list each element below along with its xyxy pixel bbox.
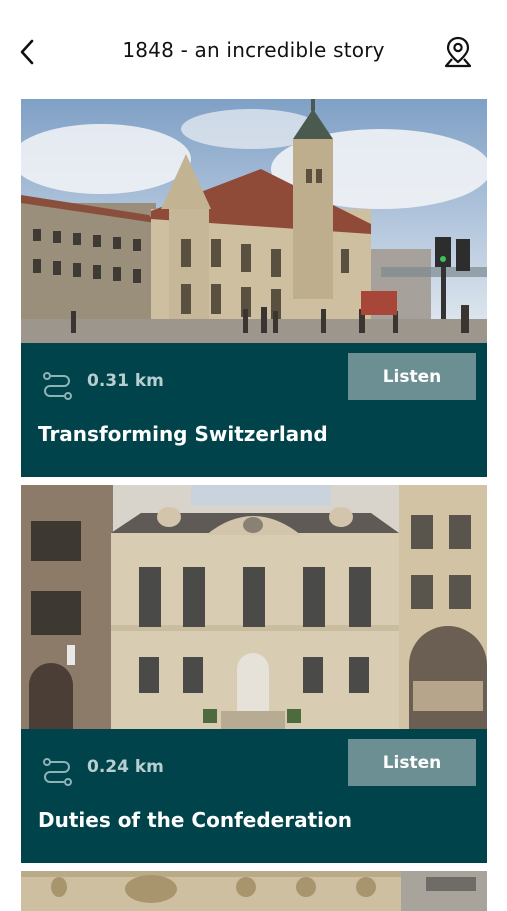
distance-label: 0.31 km: [87, 371, 164, 391]
stop-card-2[interactable]: 0.24 km Listen Duties of the Confederati…: [21, 485, 487, 863]
stop-title: Transforming Switzerland: [38, 422, 328, 446]
back-button[interactable]: [10, 34, 44, 70]
route-icon: [43, 372, 72, 400]
stop-card-3[interactable]: [21, 871, 487, 911]
stop-title: Duties of the Confederation: [38, 808, 352, 832]
distance-label: 0.24 km: [87, 757, 164, 777]
church-photo: [21, 99, 487, 343]
map-pin-icon: [444, 36, 472, 68]
map-button[interactable]: [437, 32, 479, 74]
route-icon: [43, 758, 72, 786]
palace-photo: [21, 485, 487, 729]
ornate-facade-photo: [21, 871, 487, 911]
listen-button[interactable]: Listen: [348, 739, 476, 786]
header: 1848 - an incredible story: [0, 0, 507, 100]
page-title: 1848 - an incredible story: [122, 38, 385, 62]
stop-card-1[interactable]: 0.31 km Listen Transforming Switzerland: [21, 99, 487, 477]
listen-button[interactable]: Listen: [348, 353, 476, 400]
chevron-left-icon: [20, 39, 34, 65]
